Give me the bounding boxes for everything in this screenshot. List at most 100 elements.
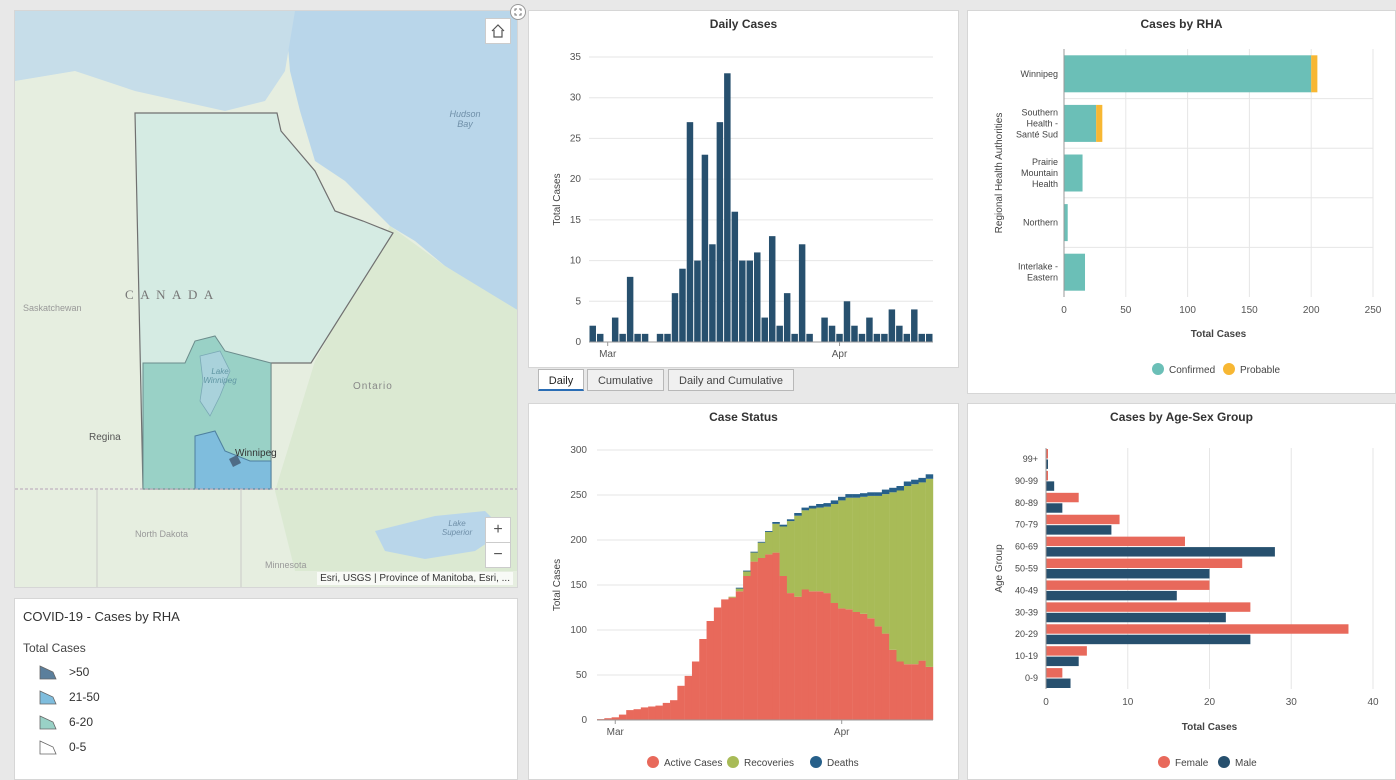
tab-daily-and-cumulative[interactable]: Daily and Cumulative — [668, 369, 794, 391]
tab-daily[interactable]: Daily — [538, 369, 584, 391]
zoom-out-button[interactable]: − — [485, 542, 511, 568]
status-area-active-cases — [838, 608, 846, 720]
status-area-recoveries — [903, 486, 912, 665]
status-area-recoveries — [881, 494, 890, 634]
legend-label: Probable — [1240, 365, 1280, 376]
daily-bar — [634, 333, 641, 342]
status-area-deaths — [911, 479, 919, 485]
zoom-in-button[interactable]: + — [485, 517, 511, 543]
daily-bar — [754, 252, 761, 342]
daily-bar — [903, 333, 911, 342]
status-area-active-cases — [794, 596, 802, 720]
status-area-active-cases — [684, 675, 693, 720]
daily-bar — [656, 333, 664, 342]
status-area-recoveries — [779, 526, 788, 576]
daily-bar — [843, 301, 851, 342]
status-area-recoveries — [911, 484, 919, 665]
status-area-active-cases — [896, 661, 904, 720]
agesex-panel: Cases by Age-Sex Group 0 10 20 30 40 99+ 90-99… — [967, 403, 1396, 780]
status-area-active-cases — [728, 597, 736, 720]
status-area-deaths — [816, 504, 824, 508]
expand-icon — [514, 8, 522, 16]
y-tick-label: Northern — [1023, 218, 1058, 228]
status-area-deaths — [735, 587, 744, 589]
legend-dot-icon — [810, 756, 822, 768]
status-area-deaths — [808, 505, 817, 509]
status-area-active-cases — [830, 603, 839, 720]
status-area-deaths — [896, 486, 904, 491]
home-button[interactable] — [485, 18, 511, 44]
map-label-saskatchewan: Saskatchewan — [23, 303, 82, 313]
y-tick-label: 300 — [570, 445, 587, 456]
x-tick-label: Mar — [599, 349, 617, 360]
daily-bar — [679, 268, 686, 342]
legend-title: COVID-19 - Cases by RHA — [23, 609, 180, 624]
daily-bar — [596, 333, 604, 342]
status-area-deaths — [765, 531, 773, 532]
status-area-deaths — [750, 551, 758, 553]
agesex-bar-female — [1046, 558, 1243, 568]
rha-bar-probable — [1311, 55, 1318, 93]
x-tick-label: Mar — [607, 727, 625, 738]
x-tick-label: 10 — [1122, 697, 1134, 708]
y-tick-label: 0 — [575, 337, 581, 348]
status-area-active-cases — [801, 589, 810, 720]
daily-bar — [836, 333, 843, 342]
status-area-recoveries — [830, 504, 839, 603]
status-area-deaths — [852, 494, 861, 498]
status-area-active-cases — [757, 558, 766, 720]
x-tick-label: 150 — [1241, 305, 1258, 316]
expand-button[interactable] — [510, 4, 526, 20]
daily-bar — [716, 122, 724, 343]
map-view[interactable] — [15, 11, 518, 588]
x-axis-label: Total Cases — [1182, 722, 1238, 733]
y-axis-label: Regional Health Authorities — [994, 113, 1005, 234]
status-area-recoveries — [867, 495, 875, 619]
daily-bar — [783, 293, 791, 342]
legend-item: 6-20 — [39, 713, 93, 731]
x-axis-label: Total Cases — [1191, 329, 1247, 340]
daily-bar — [911, 309, 918, 342]
status-area-active-cases — [648, 706, 656, 720]
x-tick-label: 200 — [1303, 305, 1320, 316]
status-area-recoveries — [823, 506, 831, 594]
y-tick-label: 50-59 — [1015, 564, 1038, 574]
status-area-recoveries — [889, 492, 897, 650]
y-tick-label: Mountain — [1021, 168, 1058, 178]
daily-bar — [694, 260, 701, 342]
rha-bar-probable — [1096, 104, 1103, 142]
y-tick-label: 70-79 — [1015, 520, 1038, 530]
rha-bar-confirmed — [1064, 104, 1097, 142]
daily-bar — [611, 317, 619, 342]
map-panel[interactable]: Hudson Bay C A N A D A Saskatchewan Lake… — [14, 10, 518, 588]
y-axis-label: Age Group — [994, 544, 1005, 593]
y-tick-label: 0 — [581, 715, 587, 726]
agesex-bar-female — [1046, 624, 1349, 634]
map-label-north-dakota: North Dakota — [135, 529, 189, 539]
rha-panel: Cases by RHA 0 50 100 150 200 250 Winnipeg Sout… — [967, 10, 1396, 394]
legend-item: >50 — [39, 663, 89, 681]
daily-bar — [821, 317, 828, 342]
agesex-bar-male — [1046, 590, 1177, 601]
daily-bar — [776, 325, 783, 342]
legend-label: Female — [1175, 758, 1209, 769]
y-tick-label: 25 — [570, 133, 582, 144]
daily-bar — [798, 244, 806, 342]
daily-bar — [701, 154, 709, 342]
rha-chart: 0 50 100 150 200 250 Winnipeg SouthernHealth -S… — [994, 49, 1382, 376]
status-area-deaths — [845, 494, 853, 498]
status-area-deaths — [918, 477, 926, 483]
status-area-active-cases — [881, 633, 890, 720]
legend-item-label: >50 — [69, 665, 90, 679]
status-area-active-cases — [867, 618, 875, 720]
legend-subtitle: Total Cases — [23, 641, 86, 655]
status-area-recoveries — [786, 521, 795, 594]
y-tick-label: Winnipeg — [1020, 69, 1058, 79]
tab-cumulative[interactable]: Cumulative — [587, 369, 664, 391]
daily-bar — [918, 333, 926, 342]
y-tick-label: Eastern — [1027, 273, 1058, 283]
y-tick-label: 100 — [570, 625, 587, 636]
daily-bar — [664, 333, 671, 342]
agesex-bar-male — [1046, 547, 1275, 557]
status-area-deaths — [757, 541, 766, 543]
